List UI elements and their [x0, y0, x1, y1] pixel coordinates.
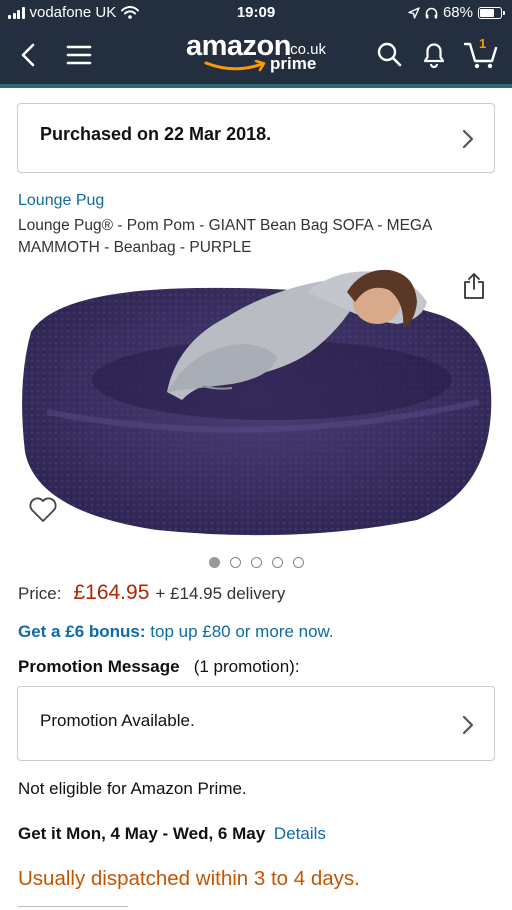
- delivery-charge: + £14.95 delivery: [155, 584, 286, 603]
- heart-icon[interactable]: [28, 496, 58, 529]
- bonus-text: top up £80 or more now.: [150, 622, 334, 641]
- chevron-right-icon: [462, 715, 474, 735]
- dispatch-status: Usually dispatched within 3 to 4 days.: [18, 867, 360, 890]
- purchased-banner[interactable]: Purchased on 22 Mar 2018.: [17, 103, 495, 173]
- pagination-dot[interactable]: [292, 557, 304, 568]
- menu-icon[interactable]: [64, 40, 94, 70]
- cart-icon[interactable]: 1: [462, 36, 500, 72]
- image-pagination: [0, 557, 512, 568]
- pagination-dot[interactable]: [229, 557, 241, 568]
- bonus-bold: Get a £6 bonus:: [18, 622, 146, 641]
- promotion-card[interactable]: Promotion Available.: [17, 686, 495, 761]
- brand-link[interactable]: Lounge Pug: [18, 192, 104, 210]
- pagination-dot[interactable]: [271, 557, 283, 568]
- nav-bar: amazon .co.uk prime 1: [0, 26, 512, 84]
- bell-icon[interactable]: [418, 37, 450, 71]
- prime-eligibility: Not eligible for Amazon Prime.: [18, 779, 247, 798]
- price-label: Price:: [18, 584, 62, 603]
- cart-count: 1: [479, 36, 487, 51]
- amazon-logo[interactable]: amazon .co.uk prime: [186, 30, 336, 78]
- product-title: Lounge Pug® - Pom Pom - GIANT Bean Bag S…: [18, 217, 432, 256]
- status-right: 68%: [408, 4, 505, 21]
- battery-percent: 68%: [442, 4, 473, 21]
- search-icon[interactable]: [373, 38, 405, 70]
- product-image[interactable]: [17, 262, 497, 540]
- delivery-estimate: Get it Mon, 4 May - Wed, 6 May Details: [18, 824, 326, 844]
- pagination-dot[interactable]: [250, 557, 262, 568]
- battery-icon: [478, 6, 505, 19]
- promotion-count: (1 promotion):: [193, 657, 300, 676]
- promotion-heading: Promotion Message (1 promotion):: [18, 657, 300, 677]
- purchased-text: Purchased on 22 Mar 2018.: [40, 124, 272, 144]
- promotion-title: Promotion Message: [18, 657, 180, 676]
- header-accent-strip: [0, 84, 512, 88]
- price-row: Price: £164.95 + £14.95 delivery: [18, 581, 285, 605]
- promotion-card-text: Promotion Available.: [40, 711, 195, 730]
- delivery-dates: Get it Mon, 4 May - Wed, 6 May: [18, 824, 266, 843]
- bonus-link[interactable]: Get a £6 bonus: top up £80 or more now.: [18, 622, 334, 642]
- status-bar: vodafone UK 19:09 68%: [0, 0, 512, 26]
- back-icon[interactable]: [14, 40, 42, 70]
- delivery-details-link[interactable]: Details: [274, 824, 326, 843]
- logo-prime: prime: [270, 54, 317, 73]
- location-icon: [408, 6, 420, 19]
- headphones-icon: [425, 7, 438, 18]
- smile-arrow-icon: [204, 60, 266, 72]
- share-icon[interactable]: [462, 272, 486, 305]
- chevron-right-icon: [462, 129, 474, 149]
- price-amount: £164.95: [73, 581, 150, 604]
- divider: [18, 906, 128, 910]
- pagination-dot[interactable]: [208, 557, 220, 568]
